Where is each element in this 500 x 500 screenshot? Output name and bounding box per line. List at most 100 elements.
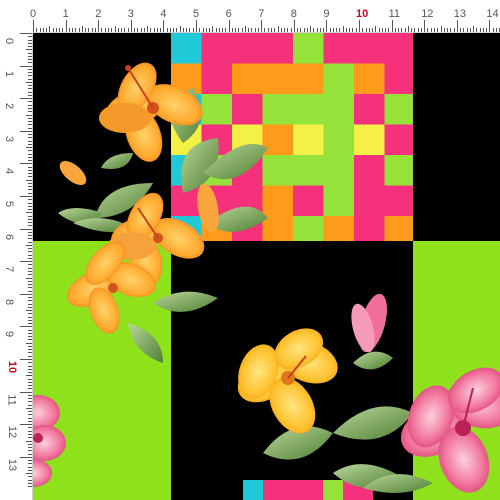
ruler-minor-tick — [28, 156, 32, 158]
ruler-minor-tick — [235, 28, 237, 32]
ruler-minor-tick — [28, 248, 32, 250]
ruler-minor-tick — [336, 28, 338, 32]
ruler-minor-tick — [378, 28, 380, 32]
ruler-tick — [130, 20, 132, 32]
ruler-label: 10 — [6, 360, 19, 374]
ruler-minor-tick — [26, 375, 32, 377]
ruler-tick — [228, 20, 230, 32]
ruler-minor-tick — [28, 150, 32, 152]
ruler-minor-tick — [28, 401, 32, 403]
ruler-label: 2 — [95, 8, 102, 20]
plaid-cell — [232, 94, 263, 125]
ruler-minor-tick — [28, 160, 32, 162]
ruler-minor-tick — [28, 231, 32, 233]
ruler-minor-tick — [179, 26, 181, 32]
ruler-minor-tick — [241, 28, 243, 32]
ruler-minor-tick — [466, 28, 468, 32]
plaid-cell — [354, 63, 385, 94]
ruler-minor-tick — [28, 414, 32, 416]
ruler-minor-tick — [28, 420, 32, 422]
ruler-tick — [456, 20, 458, 32]
ruler-minor-tick — [143, 28, 145, 32]
ruler-minor-tick — [28, 202, 32, 204]
ruler-minor-tick — [28, 345, 32, 347]
ruler-minor-tick — [28, 215, 32, 217]
ruler-minor-tick — [28, 189, 32, 191]
ruler-minor-tick — [277, 26, 279, 32]
plaid-cell — [384, 185, 413, 216]
ruler-tick — [391, 20, 393, 32]
ruler-minor-tick — [28, 372, 32, 374]
ruler-minor-tick — [28, 365, 32, 367]
ruler-minor-tick — [121, 28, 123, 32]
ruler-minor-tick — [316, 28, 318, 32]
plaid-cell — [384, 33, 413, 64]
ruler-minor-tick — [28, 463, 32, 465]
ruler-minor-tick — [492, 28, 494, 32]
ruler-minor-tick — [398, 28, 400, 32]
ruler-minor-tick — [310, 26, 312, 32]
pattern-canvas — [33, 33, 500, 500]
ruler-minor-tick — [28, 46, 32, 48]
ruler-minor-tick — [26, 473, 32, 475]
ruler-minor-tick — [433, 28, 435, 32]
ruler-minor-tick — [28, 486, 32, 488]
ruler-minor-tick — [28, 235, 32, 237]
ruler-minor-tick — [437, 28, 439, 32]
ruler-minor-tick — [147, 26, 149, 32]
ruler-minor-tick — [486, 28, 488, 32]
ruler-tick — [20, 424, 32, 426]
ruler-tick — [65, 20, 67, 32]
ruler-minor-tick — [28, 290, 32, 292]
ruler-label: 2 — [3, 103, 16, 110]
plaid-cell — [243, 480, 263, 500]
ruler-tick — [33, 20, 34, 32]
ruler-minor-tick — [52, 28, 54, 32]
ruler-minor-tick — [28, 241, 32, 243]
ruler-minor-tick — [306, 28, 308, 32]
ruler-tick — [20, 456, 32, 458]
ruler-minor-tick — [218, 28, 220, 32]
ruler-label: 13 — [453, 8, 467, 20]
ruler-minor-tick — [28, 430, 32, 432]
ruler-minor-tick — [222, 28, 224, 32]
ruler-minor-tick — [231, 28, 233, 32]
ruler-minor-tick — [160, 28, 162, 32]
ruler-minor-tick — [264, 28, 266, 32]
ruler-label: 0 — [30, 8, 37, 20]
ruler-label: 12 — [421, 8, 434, 20]
ruler-minor-tick — [91, 28, 93, 32]
plaid-cell — [293, 216, 324, 241]
ruler-label: 5 — [3, 200, 16, 208]
ruler-minor-tick — [28, 411, 32, 413]
ruler-minor-tick — [42, 28, 44, 32]
ruler-label: 10 — [356, 8, 369, 20]
ruler-minor-tick — [28, 453, 32, 455]
plaid-cell — [293, 94, 324, 125]
ruler-label: 4 — [3, 168, 16, 175]
plaid-cell — [201, 33, 232, 64]
ruler-minor-tick — [267, 28, 269, 32]
ruler-minor-tick — [443, 28, 445, 32]
ruler-minor-tick — [28, 469, 32, 471]
ruler-minor-tick — [28, 117, 32, 119]
ruler-label: 3 — [3, 135, 16, 142]
ruler-minor-tick — [28, 182, 32, 184]
ruler-label: 14 — [486, 8, 499, 20]
ruler-minor-tick — [381, 28, 383, 32]
ruler-tick — [20, 196, 32, 197]
plaid-cell — [354, 155, 385, 186]
ruler-minor-tick — [26, 147, 32, 149]
ruler-minor-tick — [186, 28, 188, 32]
ruler-minor-tick — [28, 355, 32, 357]
plaid-cell — [323, 63, 354, 94]
ruler-minor-tick — [270, 28, 272, 32]
ruler-minor-tick — [182, 28, 184, 32]
ruler-minor-tick — [28, 153, 32, 155]
plaid-cell — [262, 33, 293, 64]
ruler-minor-tick — [290, 28, 292, 32]
ruler-label: 1 — [3, 70, 16, 77]
ruler-minor-tick — [153, 28, 155, 32]
ruler-minor-tick — [173, 28, 175, 32]
plaid-cell — [354, 124, 385, 155]
